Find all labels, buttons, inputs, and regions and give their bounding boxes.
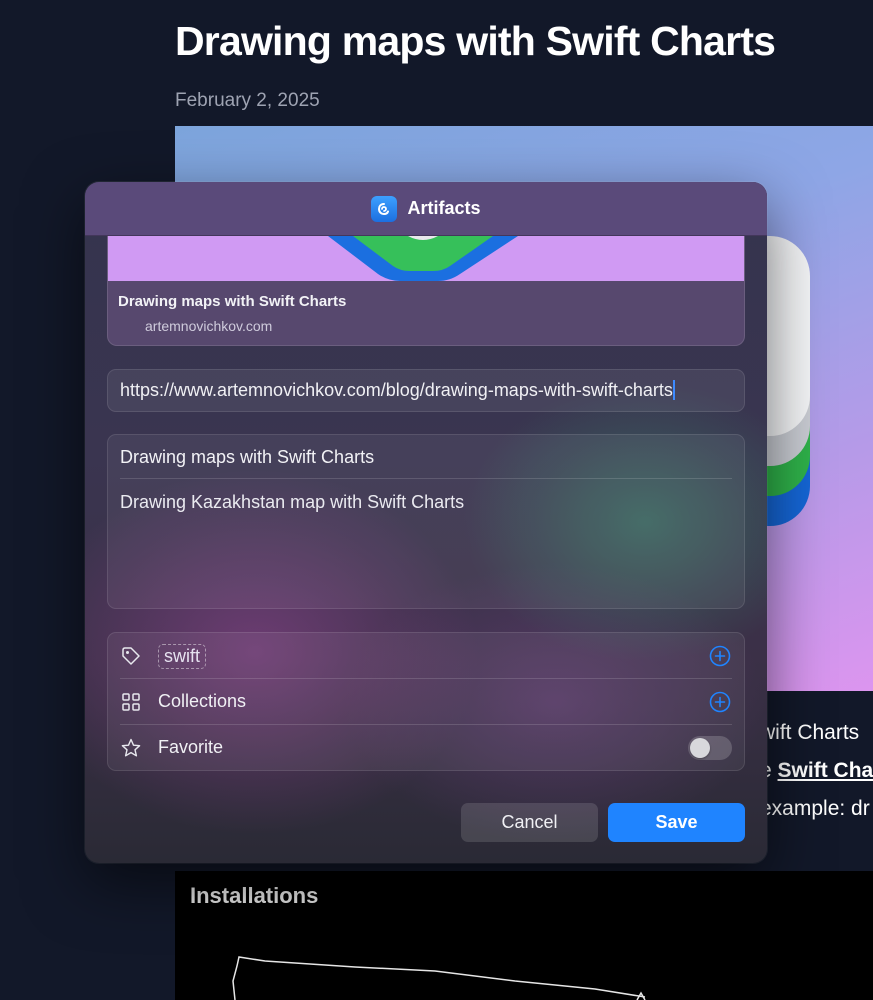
url-value: https://www.artemnovichkov.com/blog/draw… xyxy=(120,380,673,400)
title-description-box[interactable]: Drawing maps with Swift Charts Drawing K… xyxy=(107,434,745,609)
favorite-toggle[interactable] xyxy=(688,736,732,760)
divider xyxy=(120,478,732,479)
post-title: Drawing maps with Swift Charts xyxy=(175,18,776,64)
favorite-row: Favorite xyxy=(108,725,744,771)
tag-icon xyxy=(122,647,140,665)
post-date: February 2, 2025 xyxy=(175,90,320,111)
app-icon xyxy=(371,195,398,222)
preview-title: Drawing maps with Swift Charts xyxy=(118,293,347,310)
swift-charts-link[interactable]: Swift Cha xyxy=(778,759,873,782)
options-list: swift Collections Favorite xyxy=(107,632,745,771)
preview-domain: artemnovichkov.com xyxy=(145,318,273,334)
star-icon xyxy=(121,738,141,757)
description-field[interactable]: Drawing Kazakhstan map with Swift Charts xyxy=(120,492,464,513)
add-tag-button[interactable] xyxy=(709,645,731,667)
preview-image xyxy=(108,236,744,281)
map-outline xyxy=(232,956,646,1000)
tags-row: swift xyxy=(108,633,744,679)
link-preview-card: Drawing maps with Swift Charts artemnovi… xyxy=(107,236,745,346)
tag-chip-swift[interactable]: swift xyxy=(158,644,206,669)
favorite-label: Favorite xyxy=(158,737,224,757)
text-caret xyxy=(672,380,675,400)
collections-label: Collections xyxy=(158,691,247,711)
url-field[interactable]: https://www.artemnovichkov.com/blog/draw… xyxy=(107,369,745,412)
artifacts-dialog: Artifacts Drawing maps with Swift Charts… xyxy=(85,182,767,863)
save-button[interactable]: Save xyxy=(608,803,745,842)
cancel-button[interactable]: Cancel xyxy=(461,803,598,842)
grid-icon xyxy=(122,693,140,711)
body-text-line-3: example: dr xyxy=(760,797,870,820)
collections-row: Collections xyxy=(108,679,744,725)
dialog-title: Artifacts xyxy=(407,198,481,218)
add-collection-button[interactable] xyxy=(709,691,731,713)
title-field[interactable]: Drawing maps with Swift Charts xyxy=(120,447,374,468)
toggle-knob xyxy=(690,738,710,758)
map-card: Installations xyxy=(175,871,873,1000)
body-text-line-2: e Swift Cha xyxy=(760,759,873,783)
body-text-line-1: wift Charts xyxy=(760,721,860,744)
dialog-header: Artifacts xyxy=(85,182,767,236)
